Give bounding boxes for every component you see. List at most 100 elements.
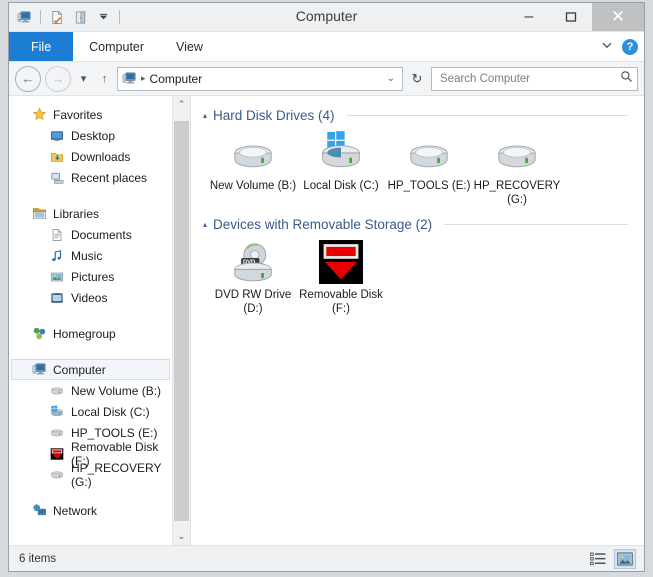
tab-view[interactable]: View [160,32,219,61]
sidebar-item-homegroup[interactable]: Homegroup [9,323,172,344]
desktop-icon [49,128,65,144]
drive-tile-removable-disk-f[interactable]: Removable Disk (F:) [297,240,385,316]
back-button[interactable]: ← [15,65,41,92]
sidebar-item-recent-places[interactable]: Recent places [9,167,172,188]
sidebar-gap-2 [9,308,172,323]
scrollbar-track[interactable] [173,113,190,528]
close-button[interactable]: ✕ [592,3,644,31]
libraries-icon [31,206,47,222]
address-bar[interactable]: ▸ Computer ⌄ [117,66,403,91]
sidebar-label: Homegroup [53,326,116,341]
music-icon [49,248,65,264]
expand-ribbon-icon[interactable] [601,38,613,56]
sidebar-label: Documents [71,227,132,242]
search-input[interactable] [438,71,620,86]
group-title: Devices with Removable Storage (2) [213,217,433,232]
sidebar-item-libraries[interactable]: Libraries [9,203,172,224]
sidebar-item-desktop[interactable]: Desktop [9,125,172,146]
navigation-scrollbar[interactable]: ⌃ ⌄ [172,96,190,545]
drive-tile-dvd-rw-d[interactable]: DVD DVD RW Drive (D:) [209,240,297,316]
sidebar-item-documents[interactable]: Documents [9,224,172,245]
sidebar-label: Desktop [71,128,116,143]
minimize-button[interactable]: ‒ [508,3,550,31]
tab-computer[interactable]: Computer [73,32,160,61]
scroll-up-icon[interactable]: ⌃ [173,96,190,113]
drive-label: HP_RECOVERY (G:) [473,180,561,206]
view-toggle-group [588,548,636,569]
explorer-window: Computer ‒ ✕ File Computer View ? ← → ▾ … [8,2,645,572]
sidebar-label: HP_RECOVERY (G:) [71,460,162,489]
drive-tile-hp-recovery-g[interactable]: HP_RECOVERY (G:) [473,131,561,207]
sidebar-label: Local Disk (C:) [71,404,150,419]
breadcrumb-computer[interactable]: Computer [150,72,203,86]
star-icon [31,107,47,123]
sidebar-item-new-volume-b[interactable]: New Volume (B:) [9,380,172,401]
file-list-view[interactable]: ▴ Hard Disk Drives (4) New Volume (B:) L… [191,96,644,545]
homegroup-icon [31,326,47,342]
group-header-removable-storage[interactable]: ▴ Devices with Removable Storage (2) [191,211,644,234]
drive-icon [49,467,65,483]
sidebar-item-music[interactable]: Music [9,245,172,266]
removable-red-icon [49,446,65,462]
drive-icon [49,383,65,399]
address-dropdown-icon[interactable]: ⌄ [382,73,400,84]
sidebar-item-hp-recovery-g[interactable]: HP_RECOVERY (G:) [9,461,172,489]
sidebar-label: Pictures [71,269,115,284]
drive-label: Removable Disk (F:) [299,289,383,315]
collapse-triangle-icon[interactable]: ▴ [203,220,207,229]
sidebar-item-videos[interactable]: Videos [9,287,172,308]
drive-tile-hp-tools-e[interactable]: HP_TOOLS (E:) [385,131,473,207]
recent-locations-icon[interactable]: ▾ [75,67,92,91]
refresh-button[interactable]: ↻ [407,68,427,90]
item-count: 6 items [19,552,57,565]
videos-icon [49,290,65,306]
forward-button[interactable]: → [45,65,71,92]
drive-icon [49,425,65,441]
collapse-triangle-icon[interactable]: ▴ [203,111,207,120]
sidebar-item-local-disk-c[interactable]: Local Disk (C:) [9,401,172,422]
sidebar-item-computer[interactable]: Computer [11,359,170,380]
search-icon[interactable] [620,70,633,88]
drive-label: Local Disk (C:) [303,180,379,192]
recent-places-icon [49,170,65,186]
dvd-drive-icon: DVD [231,240,275,284]
group-rule [444,224,628,225]
sidebar-label: New Volume (B:) [71,383,162,398]
computer-icon [31,362,47,378]
help-icon[interactable]: ? [622,38,638,55]
up-button[interactable]: ↑ [96,67,113,91]
scroll-down-icon[interactable]: ⌄ [173,528,190,545]
group-header-hard-disk-drives[interactable]: ▴ Hard Disk Drives (4) [191,102,644,125]
drive-label: New Volume (B:) [209,180,297,192]
navigation-list: Favorites Desktop Downloads Recent place… [9,96,172,521]
tab-file[interactable]: File [9,32,74,61]
sidebar-item-pictures[interactable]: Pictures [9,266,172,287]
sidebar-label: Videos [71,290,108,305]
sidebar-item-downloads[interactable]: Downloads [9,146,172,167]
hard-drive-icon [495,131,539,175]
scrollbar-thumb[interactable] [174,121,189,521]
sidebar-label: Computer [53,362,106,377]
sidebar-item-network[interactable]: Network [9,500,172,521]
window-controls: ‒ ✕ [508,3,644,31]
details-view-button[interactable] [588,550,608,568]
sidebar-item-favorites[interactable]: Favorites [9,104,172,125]
large-icons-view-button[interactable] [614,548,636,569]
group-rule [346,115,628,116]
downloads-icon [49,149,65,165]
sidebar-label: Network [53,503,98,518]
sidebar-label: HP_TOOLS (E:) [71,425,158,440]
group-title: Hard Disk Drives (4) [213,108,335,123]
maximize-button[interactable] [550,3,592,31]
navigation-pane: Favorites Desktop Downloads Recent place… [9,96,172,545]
removable-red-icon [319,240,363,284]
windows-drive-icon [49,404,65,420]
sidebar-label: Favorites [53,107,103,122]
group-items-removable-storage: DVD DVD RW Drive (D:) Removable Disk (F:… [191,234,644,320]
search-box[interactable] [431,66,638,91]
address-computer-icon [122,71,137,86]
drive-tile-new-volume-b[interactable]: New Volume (B:) [209,131,297,207]
drive-tile-local-disk-c[interactable]: Local Disk (C:) [297,131,385,207]
breadcrumb-separator: ▸ [141,73,146,83]
documents-icon [49,227,65,243]
